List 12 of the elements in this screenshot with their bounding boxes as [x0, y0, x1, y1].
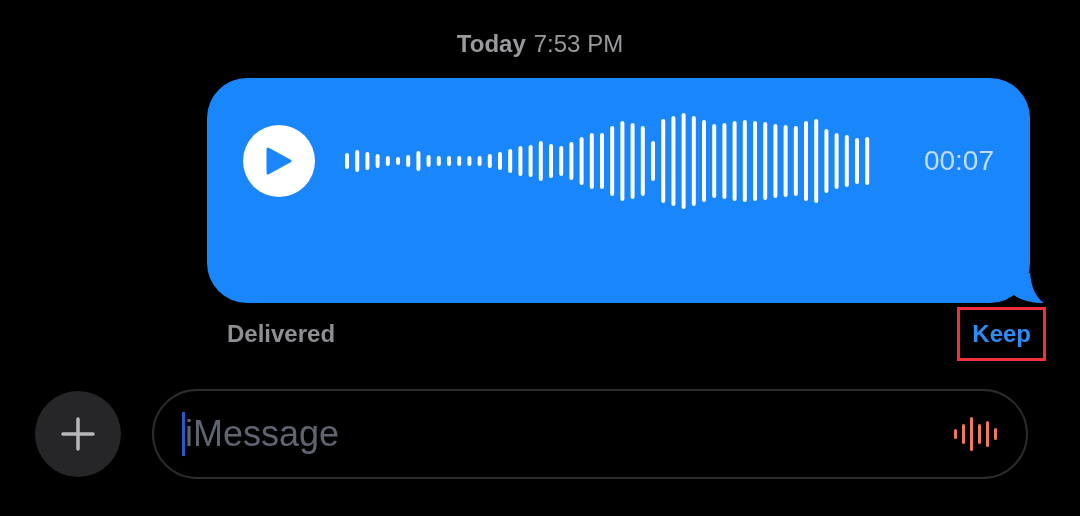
- plus-icon: [61, 417, 95, 451]
- bubble-tail-icon: [1014, 273, 1044, 303]
- message-input[interactable]: iMessage: [185, 407, 952, 461]
- message-field[interactable]: iMessage: [152, 389, 1028, 479]
- keep-button[interactable]: Keep: [957, 307, 1046, 361]
- text-cursor: [182, 412, 185, 456]
- timestamp-day: Today: [456, 26, 526, 62]
- delivery-status: Delivered: [227, 319, 336, 349]
- play-icon: [266, 146, 292, 175]
- waveform-icon[interactable]: [952, 416, 1000, 452]
- duration: 00:07: [923, 143, 994, 178]
- timestamp-time: 7:53 PM: [533, 29, 624, 59]
